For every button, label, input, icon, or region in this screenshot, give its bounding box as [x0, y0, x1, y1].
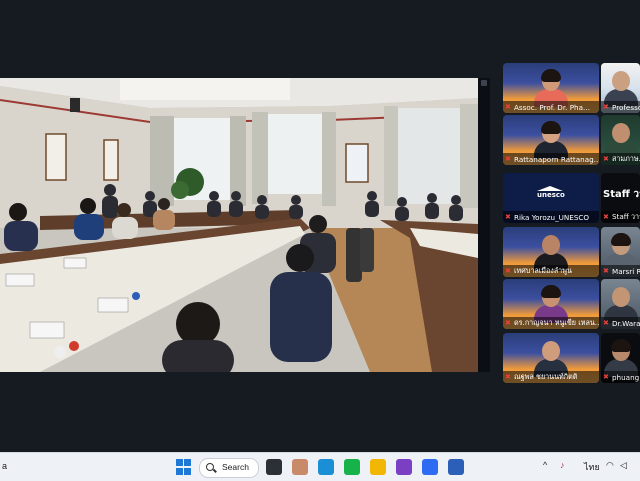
participant-tile[interactable]: ✖Dr.Wara...: [601, 279, 640, 329]
task-view-icon[interactable]: [266, 459, 282, 475]
file-explorer-icon[interactable]: [370, 459, 386, 475]
onenote-icon[interactable]: [396, 459, 412, 475]
window-control-icon[interactable]: [481, 80, 487, 86]
participant-name-bar: ✖Dr.Wara...: [601, 317, 640, 329]
participant-tile[interactable]: ✖Marsri R...: [601, 227, 640, 277]
zoom-icon[interactable]: [422, 459, 438, 475]
participant-name: Dr.Wara...: [612, 318, 640, 328]
participant-name: ณฐพล ชยานนท์กิตติ: [514, 371, 578, 381]
participant-name: Marsri R...: [612, 266, 640, 276]
line-icon[interactable]: [344, 459, 360, 475]
conference-room-photo: [0, 78, 478, 372]
participant-name-bar: ✖สามภาษ...: [601, 153, 640, 165]
participant-tile[interactable]: ✖ ณฐพล ชยานนท์กิตติ: [503, 333, 599, 383]
participant-name-bar: ✖Marsri R...: [601, 265, 640, 277]
muted-mic-icon: ✖: [603, 266, 609, 275]
unesco-logo-icon: unesco: [537, 186, 565, 202]
participant-name: Assoc. Prof. Dr. Pha...: [514, 102, 590, 112]
participant-tile[interactable]: ✖ ดร.กาญจนา หนูเขีย เหลน...: [503, 279, 599, 329]
participant-tile[interactable]: ✖ Rattanaporn Rattanag...: [503, 115, 599, 165]
tray-overflow-chevron-icon[interactable]: ^: [543, 460, 547, 470]
muted-mic-icon: ✖: [505, 266, 511, 275]
muted-mic-icon: ✖: [603, 212, 609, 221]
muted-mic-icon: ✖: [603, 372, 609, 381]
search-label: Search: [222, 462, 249, 472]
muted-mic-icon: ✖: [505, 318, 511, 327]
participant-name: phuang...: [612, 372, 640, 382]
windows-start-icon[interactable]: [176, 459, 192, 475]
participant-name-bar: ✖ Assoc. Prof. Dr. Pha...: [503, 101, 599, 113]
muted-mic-icon: ✖: [505, 372, 511, 381]
participant-name: Staff วาร...: [612, 211, 640, 221]
muted-mic-icon: ✖: [505, 154, 511, 163]
participant-name-bar: ✖ Rika Yorozu_UNESCO: [503, 211, 599, 223]
participant-name: สามภาษ...: [612, 153, 640, 163]
photos-icon[interactable]: [292, 459, 308, 475]
windows-taskbar: a Search ^ ♪ ไทย ◠ ◁: [0, 452, 640, 481]
muted-mic-icon: ✖: [505, 212, 511, 221]
participant-name: Rattanaporn Rattanag...: [514, 154, 599, 164]
volume-icon[interactable]: ◁: [620, 460, 627, 471]
participant-name: ดร.กาญจนา หนูเขีย เหลน...: [514, 317, 599, 327]
zoom-meeting-window: ✖Assoc. Prof. Dr. Pha...✖Professo...✖Rat…: [0, 0, 640, 481]
participant-name-bar: ✖ ดร.กาญจนา หนูเขีย เหลน...: [503, 317, 599, 329]
participant-tile[interactable]: ✖ Assoc. Prof. Dr. Pha...: [503, 63, 599, 113]
word-icon[interactable]: [448, 459, 464, 475]
participant-name-bar: ✖ เทศบาลเมืองลำพูน: [503, 265, 599, 277]
muted-mic-icon: ✖: [505, 102, 511, 111]
participant-name-bar: ✖Staff วาร...: [601, 211, 640, 223]
muted-mic-icon: ✖: [603, 318, 609, 327]
participant-tile[interactable]: ✖phuang...: [601, 333, 640, 383]
participant-name-bar: ✖phuang...: [601, 371, 640, 383]
participant-name: เทศบาลเมืองลำพูน: [514, 265, 572, 275]
tray-app-icon[interactable]: ♪: [560, 460, 565, 470]
participant-name-bar: ✖Professo...: [601, 101, 640, 113]
edge-icon[interactable]: [318, 459, 334, 475]
shared-screen[interactable]: [0, 78, 478, 372]
participant-tile[interactable]: ✖Professo...: [601, 63, 640, 113]
participant-tile[interactable]: ✖ เทศบาลเมืองลำพูน: [503, 227, 599, 277]
participant-name: Rika Yorozu_UNESCO: [514, 212, 590, 222]
participant-name-bar: ✖ ณฐพล ชยานนท์กิตติ: [503, 371, 599, 383]
muted-mic-icon: ✖: [603, 154, 609, 163]
input-language-indicator[interactable]: ไทย: [584, 460, 600, 474]
taskbar-left-text: a: [2, 461, 8, 471]
participant-name-bar: ✖ Rattanaporn Rattanag...: [503, 153, 599, 165]
taskbar-search-button[interactable]: Search: [199, 458, 259, 478]
participant-gallery: ✖Assoc. Prof. Dr. Pha...✖Professo...✖Rat…: [503, 63, 640, 385]
shared-screen-edge: [478, 78, 490, 372]
participant-tile[interactable]: ✖สามภาษ...: [601, 115, 640, 165]
participant-tile[interactable]: Staff วาร ✖Staff วาร...: [601, 173, 640, 223]
muted-mic-icon: ✖: [603, 102, 609, 111]
search-icon: [206, 463, 214, 471]
wifi-icon[interactable]: ◠: [606, 460, 614, 471]
participant-name: Professo...: [612, 102, 640, 112]
participant-tile[interactable]: unesco ✖ Rika Yorozu_UNESCO: [503, 173, 599, 223]
participant-display-name-large: Staff วาร: [603, 189, 640, 200]
